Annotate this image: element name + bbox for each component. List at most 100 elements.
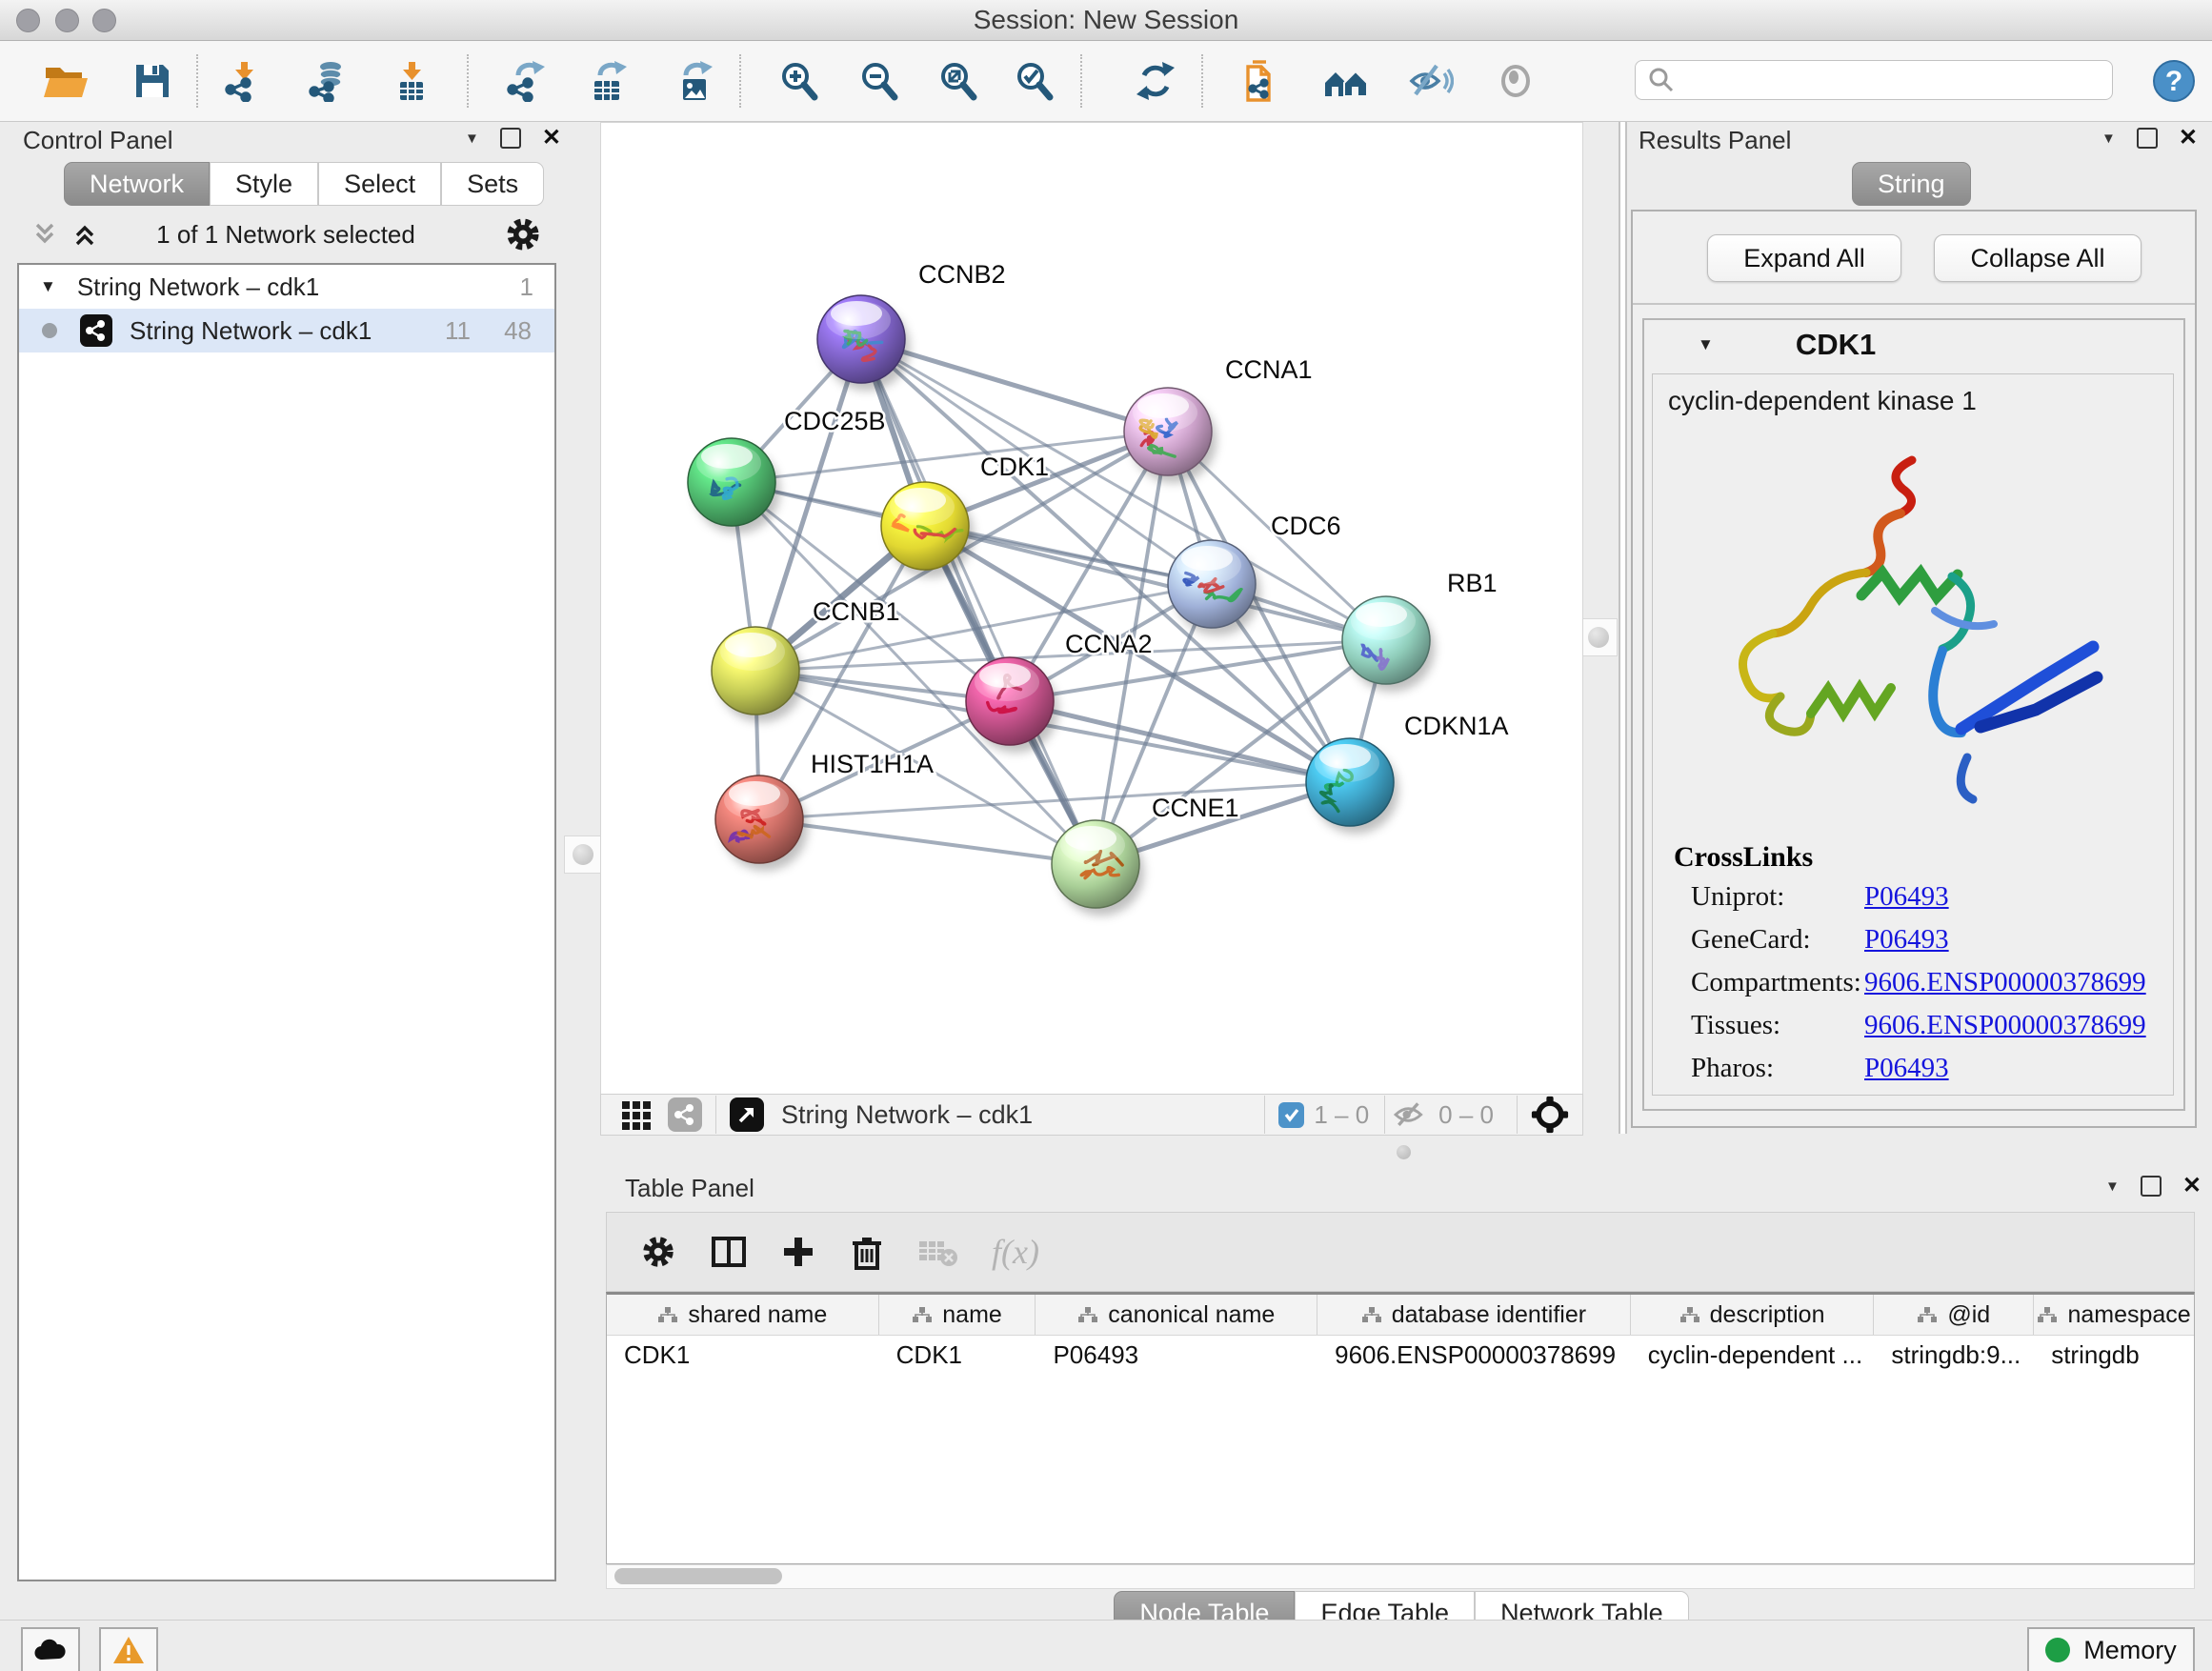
- table-horizontal-scrollbar[interactable]: [606, 1564, 2195, 1589]
- warnings-button[interactable]: [99, 1627, 158, 1671]
- import-table-button[interactable]: [385, 54, 438, 108]
- float-window-icon[interactable]: [2141, 1176, 2162, 1197]
- save-session-button[interactable]: [126, 54, 179, 108]
- cell-shared-name[interactable]: CDK1: [607, 1336, 879, 1374]
- tab-string[interactable]: String: [1852, 162, 1971, 206]
- birdseye-view-icon[interactable]: [730, 1097, 764, 1132]
- selected-checkbox[interactable]: [1278, 1102, 1304, 1128]
- home-button[interactable]: [1319, 54, 1373, 108]
- column-header[interactable]: shared name: [688, 1301, 827, 1329]
- crosshair-icon[interactable]: [1531, 1096, 1569, 1134]
- zoom-out-button[interactable]: [852, 54, 905, 108]
- table-row[interactable]: CDK1 CDK1 P06493 9606.ENSP00000378699 cy…: [607, 1336, 2194, 1374]
- float-window-icon[interactable]: [500, 128, 521, 149]
- column-header[interactable]: namespace: [2067, 1301, 2190, 1329]
- network-node-CCNB2[interactable]: CCNB2: [817, 260, 1006, 391]
- close-panel-icon[interactable]: ✕: [542, 130, 561, 147]
- network-edge-HIST1H1A-CCNE1[interactable]: [759, 819, 1096, 864]
- left-splitter-handle[interactable]: [564, 836, 602, 874]
- gear-icon[interactable]: [503, 214, 543, 254]
- column-header[interactable]: @id: [1947, 1301, 1990, 1329]
- crosslink-genecard[interactable]: P06493: [1864, 924, 1949, 956]
- export-network-icon: [505, 60, 547, 102]
- cloud-button[interactable]: [21, 1627, 80, 1671]
- tab-sets[interactable]: Sets: [441, 162, 544, 206]
- crosslink-pharos[interactable]: P06493: [1864, 1053, 1949, 1084]
- import-network-from-database-button[interactable]: [302, 54, 355, 108]
- cell-id[interactable]: stringdb:9...: [1874, 1336, 2034, 1374]
- network-edge-CCNA2-CDKN1A[interactable]: [1010, 701, 1350, 782]
- network-view-canvas[interactable]: CCNB2CCNA1CDC25BCDK1CDC6RB1CCNB1CCNA2CDK…: [600, 122, 1583, 1096]
- network-node-CCNE1[interactable]: CCNE1: [1052, 794, 1239, 916]
- network-collection-row[interactable]: ▼ String Network – cdk1 1: [19, 265, 554, 309]
- node-entry-header[interactable]: ▼ CDK1: [1644, 320, 2183, 370]
- export-image-button[interactable]: [669, 54, 722, 108]
- right-splitter-handle[interactable]: [1579, 618, 1618, 656]
- column-type-icon: [912, 1306, 933, 1323]
- cloud-icon: [33, 1637, 68, 1663]
- hide-selected-button[interactable]: [1404, 54, 1458, 108]
- delete-column-trash-icon[interactable]: [849, 1234, 885, 1270]
- column-header[interactable]: canonical name: [1108, 1301, 1275, 1329]
- network-node-label: CCNA2: [1065, 630, 1153, 658]
- collapse-all-button[interactable]: Collapse All: [1934, 234, 2142, 282]
- horizontal-splitter-handle[interactable]: [1397, 1145, 1411, 1159]
- scrollbar-thumb[interactable]: [614, 1568, 782, 1584]
- crosslink-row: Pharos: P06493: [1691, 1053, 2167, 1096]
- crosslink-compartments[interactable]: 9606.ENSP00000378699: [1864, 967, 2146, 998]
- table-settings-gear-icon[interactable]: [639, 1233, 677, 1271]
- network-node-RB1[interactable]: RB1: [1342, 569, 1498, 692]
- zoom-in-button[interactable]: [772, 54, 825, 108]
- crosslink-uniprot[interactable]: P06493: [1864, 881, 1949, 913]
- entry-expander-icon[interactable]: ▼: [1698, 335, 1714, 354]
- open-session-button[interactable]: [40, 54, 93, 108]
- search-input[interactable]: [1683, 63, 2112, 97]
- help-button[interactable]: ?: [2147, 54, 2201, 108]
- export-network-button[interactable]: [499, 54, 553, 108]
- import-network-button[interactable]: [217, 54, 271, 108]
- cell-canonical-name[interactable]: P06493: [1036, 1336, 1317, 1374]
- tab-select[interactable]: Select: [318, 162, 441, 206]
- show-columns-icon[interactable]: [710, 1233, 748, 1271]
- expand-all-button[interactable]: Expand All: [1707, 234, 1901, 282]
- float-menu-icon[interactable]: ▼: [2105, 1178, 2120, 1195]
- cell-database-identifier[interactable]: 9606.ENSP00000378699: [1317, 1336, 1631, 1374]
- network-row-selected[interactable]: String Network – cdk1 11 48: [19, 309, 554, 352]
- window-title: Session: New Session: [0, 0, 2212, 40]
- network-selection-status: 1 of 1 Network selected: [10, 220, 562, 250]
- column-header[interactable]: description: [1710, 1301, 1825, 1329]
- refresh-button[interactable]: [1129, 54, 1182, 108]
- crosslink-tissues[interactable]: 9606.ENSP00000378699: [1864, 1010, 2146, 1041]
- close-panel-icon[interactable]: ✕: [2182, 1178, 2202, 1195]
- zoom-selected-button[interactable]: [1007, 54, 1060, 108]
- network-node-CDKN1A[interactable]: CDKN1A: [1306, 712, 1509, 834]
- column-header[interactable]: name: [942, 1301, 1002, 1329]
- refresh-icon: [1135, 60, 1176, 102]
- float-menu-icon[interactable]: ▼: [465, 131, 479, 147]
- float-menu-icon[interactable]: ▼: [2101, 131, 2116, 147]
- function-builder-icon: f(x): [992, 1232, 1039, 1272]
- string-document-button[interactable]: [1236, 54, 1289, 108]
- netbar-separator: [715, 1096, 716, 1134]
- cell-namespace[interactable]: stringdb: [2034, 1336, 2194, 1374]
- add-column-icon[interactable]: [780, 1234, 816, 1270]
- network-node-CCNA1[interactable]: CCNA1: [1124, 355, 1313, 483]
- eye-icon: [1493, 60, 1538, 102]
- main-toolbar: ?: [0, 41, 2212, 122]
- show-all-button[interactable]: [1489, 54, 1542, 108]
- close-panel-icon[interactable]: ✕: [2179, 130, 2198, 147]
- network-node-CDC25B[interactable]: CDC25B: [688, 407, 886, 534]
- zoom-fit-button[interactable]: [931, 54, 984, 108]
- grid-view-icon[interactable]: [620, 1097, 654, 1132]
- memory-button[interactable]: Memory: [2027, 1627, 2195, 1671]
- network-view-mode-icon[interactable]: [668, 1097, 702, 1132]
- tab-network[interactable]: Network: [64, 162, 210, 206]
- tab-style[interactable]: Style: [210, 162, 318, 206]
- cell-description[interactable]: cyclin-dependent ...: [1631, 1336, 1875, 1374]
- tree-expander-icon[interactable]: ▼: [40, 277, 56, 296]
- export-table-button[interactable]: [581, 54, 634, 108]
- cell-name[interactable]: CDK1: [879, 1336, 1036, 1374]
- application-window: Session: New Session: [0, 0, 2212, 1671]
- column-header[interactable]: database identifier: [1392, 1301, 1586, 1329]
- float-window-icon[interactable]: [2137, 128, 2158, 149]
